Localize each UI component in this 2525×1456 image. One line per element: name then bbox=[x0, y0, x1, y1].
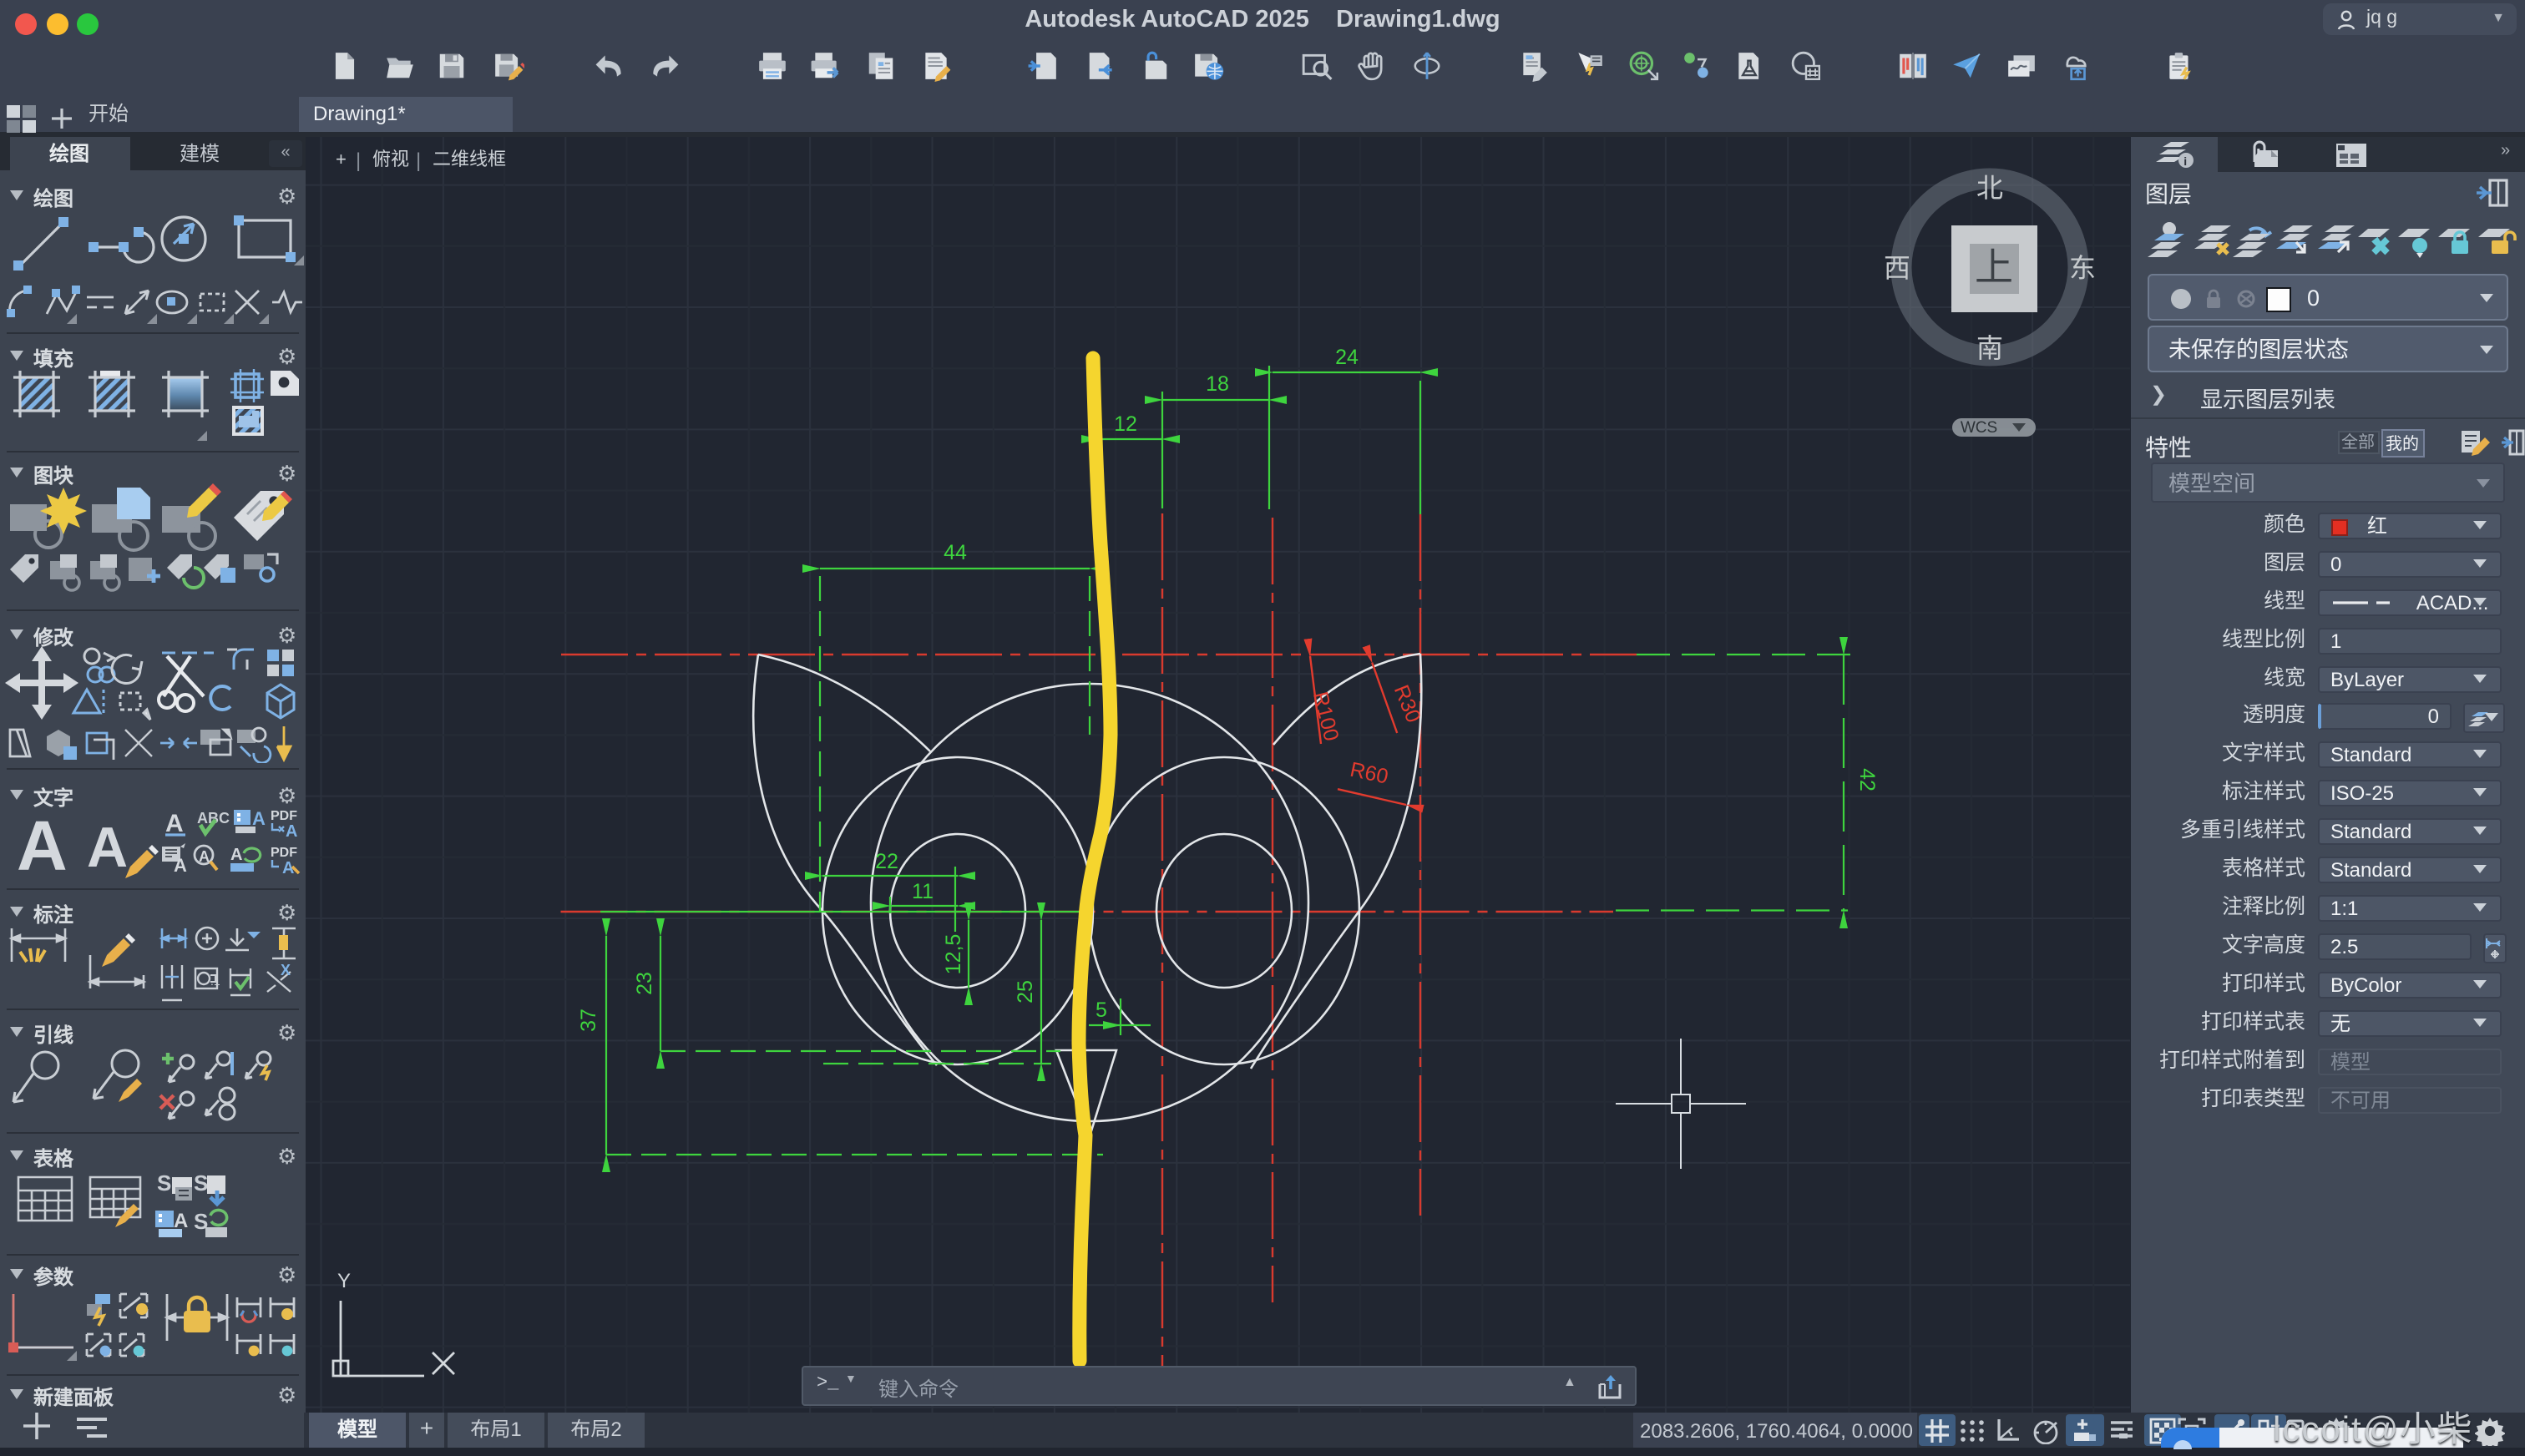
svg-text:Y: Y bbox=[337, 1270, 351, 1292]
svg-text:S: S bbox=[157, 1170, 171, 1196]
svg-text:A: A bbox=[174, 1210, 188, 1232]
svg-text:A: A bbox=[87, 816, 128, 879]
svg-text:A: A bbox=[230, 846, 242, 864]
svg-text:12: 12 bbox=[1114, 412, 1137, 436]
svg-text:上: 上 bbox=[1975, 246, 2013, 289]
svg-text:44: 44 bbox=[944, 541, 967, 564]
svg-text:S: S bbox=[194, 1170, 208, 1196]
svg-text:.1: .1 bbox=[210, 974, 220, 988]
svg-text:22: 22 bbox=[875, 850, 898, 873]
svg-text:18: 18 bbox=[1206, 372, 1229, 396]
svg-text:42: 42 bbox=[1855, 768, 1879, 791]
svg-text:PDF: PDF bbox=[271, 809, 297, 823]
svg-text:37: 37 bbox=[577, 1009, 600, 1032]
svg-text:+: + bbox=[336, 149, 347, 169]
svg-text:A: A bbox=[252, 808, 266, 829]
svg-text:X: X bbox=[281, 962, 291, 978]
svg-text:俯视: 俯视 bbox=[372, 149, 409, 169]
svg-text:北: 北 bbox=[1976, 173, 2003, 203]
svg-text:南: 南 bbox=[1976, 333, 2003, 363]
svg-text:WCS: WCS bbox=[1961, 419, 1997, 437]
svg-text:二维线框: 二维线框 bbox=[433, 149, 506, 169]
svg-text:|: | bbox=[416, 149, 421, 172]
svg-text:23: 23 bbox=[633, 972, 656, 995]
svg-text:i: i bbox=[2183, 154, 2186, 168]
svg-text:A: A bbox=[17, 806, 68, 885]
svg-text:A: A bbox=[165, 810, 184, 837]
svg-text:12,5: 12,5 bbox=[942, 934, 965, 975]
svg-text:东: 东 bbox=[2069, 253, 2096, 283]
svg-text:A: A bbox=[286, 822, 297, 841]
svg-text:|: | bbox=[356, 149, 361, 172]
svg-text:西: 西 bbox=[1884, 253, 1910, 283]
svg-text:A: A bbox=[199, 848, 210, 865]
svg-text:A: A bbox=[174, 855, 187, 876]
svg-text:5: 5 bbox=[1096, 998, 1107, 1022]
svg-text:24: 24 bbox=[1335, 346, 1359, 369]
svg-text:PDF: PDF bbox=[271, 846, 297, 860]
svg-text:11: 11 bbox=[912, 880, 934, 903]
svg-text:25: 25 bbox=[1014, 980, 1037, 1004]
